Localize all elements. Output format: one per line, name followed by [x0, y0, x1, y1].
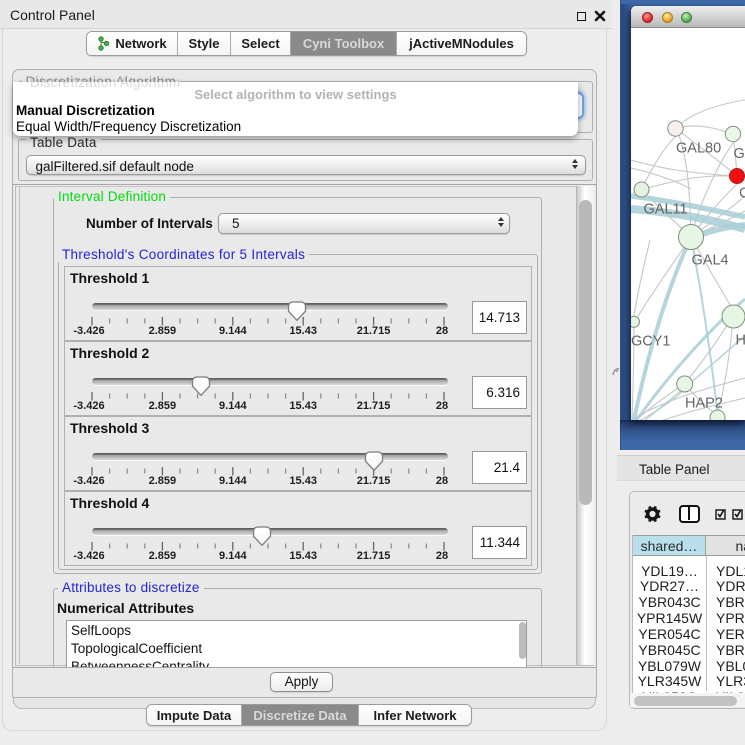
svg-text:GAL4: GAL4: [692, 253, 729, 269]
svg-text:C: C: [739, 186, 745, 202]
svg-text:HAP2: HAP2: [685, 396, 723, 412]
svg-text:GAL80: GAL80: [676, 141, 721, 157]
svg-text:H: H: [736, 333, 745, 349]
svg-text:GCY1: GCY1: [631, 334, 671, 350]
svg-text:GAL11: GAL11: [644, 202, 688, 218]
svg-text:GA: GA: [734, 146, 745, 162]
